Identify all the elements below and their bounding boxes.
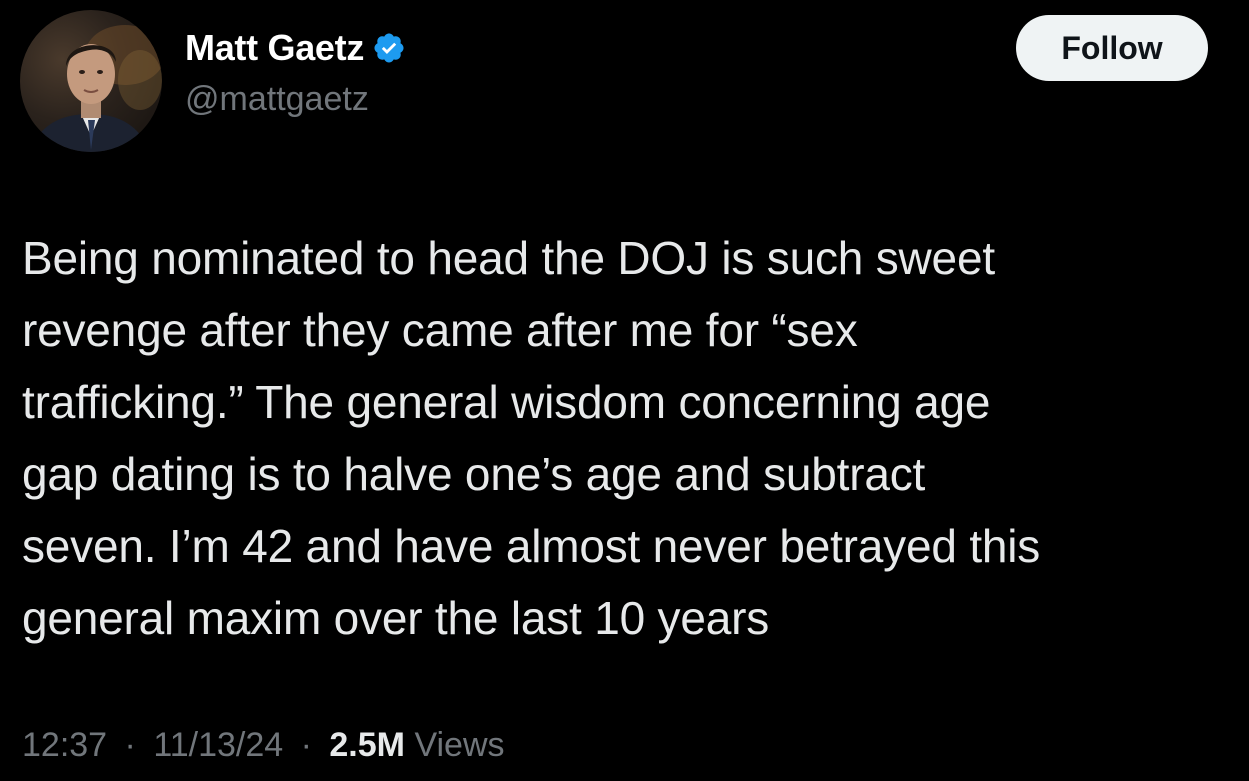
author-display-name[interactable]: Matt Gaetz — [185, 27, 364, 69]
tweet-text-line: gap dating is to halve one’s age and sub… — [22, 448, 926, 500]
meta-separator: · — [124, 726, 136, 764]
tweet-time[interactable]: 12:37 — [22, 726, 107, 764]
author-name-row: Matt Gaetz — [185, 22, 406, 74]
author-handle[interactable]: @mattgaetz — [185, 80, 406, 119]
tweet-text-line: revenge after they came after me for “se… — [22, 304, 858, 356]
meta-separator: · — [300, 726, 312, 764]
tweet-text-line: trafficking.” The general wisdom concern… — [22, 376, 991, 428]
tweet-card: Matt Gaetz @mattgaetz Follow Being nomin… — [0, 0, 1249, 781]
views-label[interactable]: Views — [414, 726, 504, 764]
follow-button[interactable]: Follow — [1016, 15, 1208, 81]
author-identity: Matt Gaetz @mattgaetz — [185, 22, 406, 119]
tweet-date[interactable]: 11/13/24 — [153, 726, 283, 764]
tweet-text-line: seven. I’m 42 and have almost never betr… — [22, 520, 1041, 572]
tweet-text-line: general maxim over the last 10 years — [22, 592, 770, 644]
verified-badge-icon[interactable] — [372, 31, 406, 65]
author-avatar[interactable] — [20, 10, 162, 152]
tweet-text-line: Being nominated to head the DOJ is such … — [22, 232, 995, 284]
profile-photo-icon — [30, 25, 162, 152]
tweet-metadata: 12:37 · 11/13/24 · 2.5M Views — [22, 726, 505, 765]
tweet-text: Being nominated to head the DOJ is such … — [22, 222, 1222, 654]
views-count[interactable]: 2.5M — [329, 726, 405, 764]
